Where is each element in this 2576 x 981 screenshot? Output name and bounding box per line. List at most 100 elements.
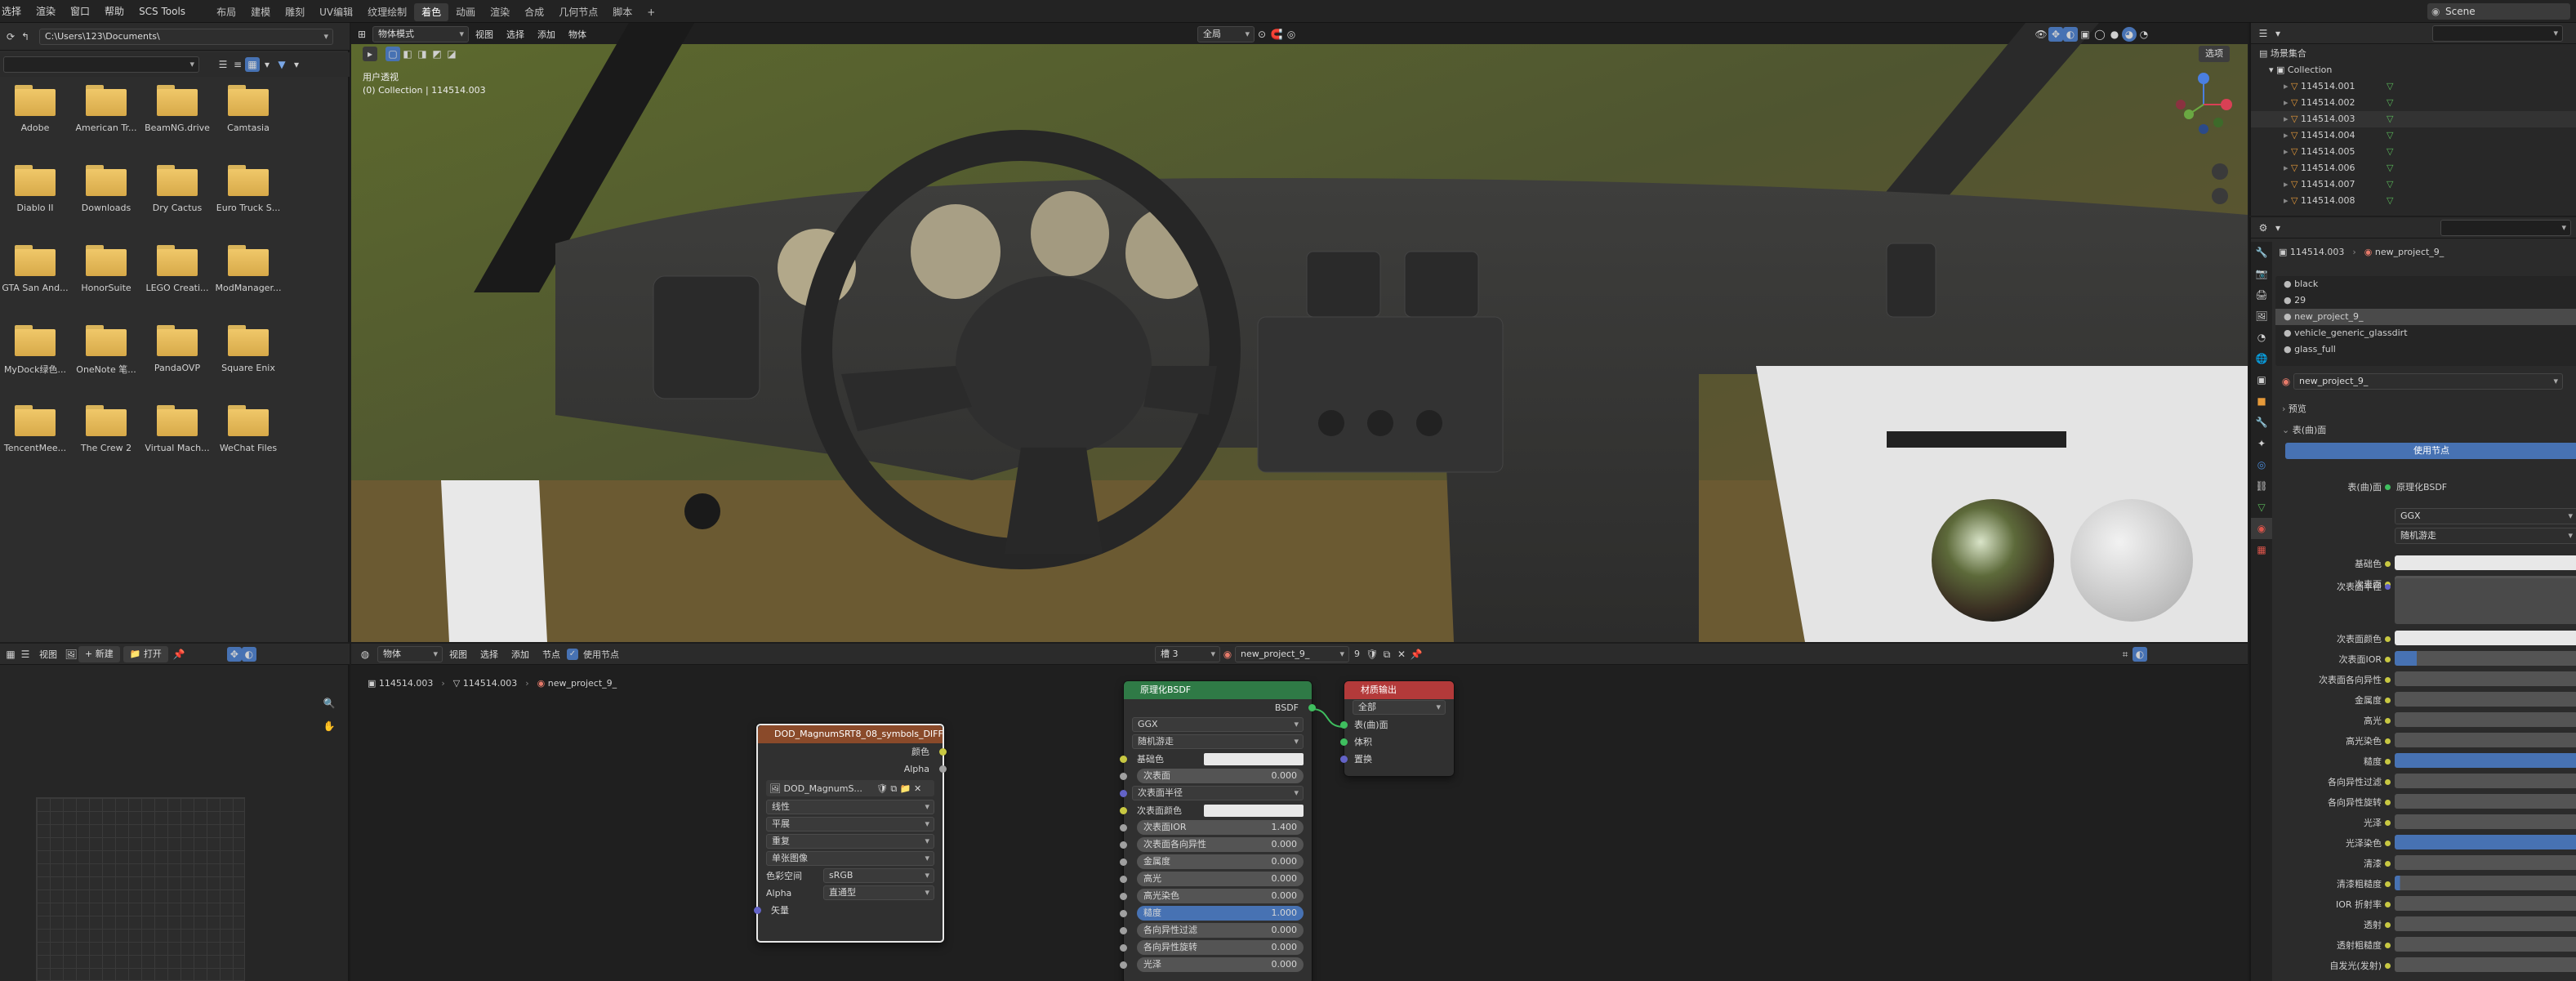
- property-color-swatch[interactable]: [2395, 555, 2576, 570]
- browse-material-icon[interactable]: ◉: [2279, 374, 2293, 389]
- alpha-output-socket[interactable]: [939, 765, 947, 773]
- material-output-node[interactable]: 材质输出 全部 表(曲)面 体积 置换: [1340, 681, 1454, 776]
- material-slot-item[interactable]: ● new_project_9_: [2275, 309, 2576, 325]
- principled-bsdf-node[interactable]: 原理化BSDF BSDF GGX 随机游走 基础色次表面0.000次表面半径次表…: [1120, 681, 1316, 981]
- outliner-object-row[interactable]: ▸ ▽ 114514.002 ▽: [2251, 95, 2576, 111]
- viewport-menu-select[interactable]: 选择: [500, 28, 531, 41]
- properties-search-field[interactable]: [2440, 219, 2571, 236]
- folder-item[interactable]: TencentMee...: [0, 405, 70, 453]
- preview-panel-header[interactable]: › 预览: [2282, 402, 2306, 415]
- image-fake-user-icon[interactable]: 🛡: [873, 780, 888, 797]
- property-slider[interactable]: [2395, 671, 2576, 686]
- folder-item[interactable]: PandaOVP: [142, 325, 212, 373]
- properties-dropdown-icon[interactable]: ▾: [2271, 221, 2285, 235]
- sort-dropdown-icon[interactable]: ▾: [260, 57, 274, 72]
- filter-icon[interactable]: ▼: [274, 57, 289, 72]
- property-socket-icon[interactable]: [2385, 657, 2391, 662]
- 3d-viewport[interactable]: ⊞ 物体模式 视图 选择 添加 物体 全局 ⊙ 🧲 ◎ 👁 ✥ ◐ ▣ ◯ ● …: [351, 23, 2248, 642]
- select-invert-icon[interactable]: ◩: [430, 47, 444, 61]
- expand-arrow-icon[interactable]: ▸: [2284, 146, 2291, 157]
- gizmo-icon[interactable]: ✥: [2048, 27, 2063, 42]
- parent-folder-icon[interactable]: ↰: [18, 29, 33, 44]
- alpha-mode-dropdown[interactable]: 直通型: [823, 885, 934, 900]
- mesh-data-icon[interactable]: ▽: [2387, 127, 2393, 144]
- property-socket-icon[interactable]: [2385, 943, 2391, 948]
- navigation-gizmo[interactable]: [2171, 70, 2236, 217]
- visibility-icon[interactable]: 👁: [2034, 27, 2048, 42]
- bsdf-input-slider[interactable]: 高光染色 0.000: [1137, 889, 1304, 903]
- bsdf-input-slider[interactable]: 次表面各向异性 0.000: [1137, 837, 1304, 852]
- gizmo-toggle-icon[interactable]: ✥: [226, 646, 242, 662]
- bsdf-color-swatch[interactable]: [1204, 805, 1304, 817]
- folder-item[interactable]: HonorSuite: [71, 245, 141, 293]
- bsdf-input-dropdown[interactable]: 次表面半径: [1132, 786, 1304, 800]
- property-socket-icon[interactable]: [2385, 561, 2391, 567]
- browse-image-icon[interactable]: 🖼: [64, 647, 78, 662]
- folder-item[interactable]: Camtasia: [213, 85, 283, 133]
- workspace-tab-scripting[interactable]: 脚本: [605, 3, 640, 21]
- property-slider[interactable]: [2395, 814, 2576, 829]
- outliner-object-row[interactable]: ▸ ▽ 114514.007 ▽: [2251, 176, 2576, 193]
- outliner-object-row[interactable]: ▸ ▽ 114514.004 ▽: [2251, 127, 2576, 144]
- vector-input-socket[interactable]: [754, 907, 761, 914]
- bsdf-output-socket[interactable]: [1308, 704, 1316, 711]
- bsdf-input-socket[interactable]: [1120, 790, 1127, 797]
- snap-icon[interactable]: 🧲: [1269, 27, 1284, 42]
- expand-arrow-icon[interactable]: ▸: [2284, 179, 2291, 190]
- menu-select[interactable]: 选择: [0, 0, 29, 23]
- volume-input-socket[interactable]: [1340, 738, 1348, 746]
- bsdf-color-swatch[interactable]: [1204, 753, 1304, 765]
- tool-tab-icon[interactable]: 🔧: [2251, 242, 2272, 263]
- bsdf-input-socket[interactable]: [1120, 756, 1127, 763]
- menu-scs-tools[interactable]: SCS Tools: [131, 0, 193, 23]
- property-slider[interactable]: [2395, 896, 2576, 911]
- property-socket-icon[interactable]: [2385, 861, 2391, 867]
- xray-icon[interactable]: ▣: [2078, 27, 2092, 42]
- outliner-object-row[interactable]: ▸ ▽ 114514.005 ▽: [2251, 144, 2576, 160]
- bsdf-input-socket[interactable]: [1120, 841, 1127, 849]
- mesh-data-icon[interactable]: ▽: [2387, 160, 2393, 176]
- bsdf-input-socket[interactable]: [1120, 807, 1127, 814]
- shading-wireframe-icon[interactable]: ◯: [2092, 27, 2107, 42]
- cursor-tool-icon[interactable]: ▸: [363, 47, 377, 61]
- bsdf-method-dropdown[interactable]: 随机游走: [1132, 734, 1304, 749]
- property-socket-icon[interactable]: [2385, 922, 2391, 928]
- property-slider[interactable]: [2395, 876, 2576, 890]
- property-slider[interactable]: [2395, 753, 2576, 768]
- property-socket-icon[interactable]: [2385, 698, 2391, 703]
- interaction-mode-dropdown[interactable]: 物体模式: [372, 26, 469, 42]
- property-socket-icon[interactable]: [2385, 841, 2391, 846]
- expand-arrow-icon[interactable]: ▸: [2284, 130, 2291, 140]
- folder-item[interactable]: OneNote 笔...: [71, 325, 141, 376]
- shading-material-icon[interactable]: ◕: [2122, 27, 2137, 42]
- refresh-icon[interactable]: ⟳: [3, 29, 18, 44]
- world-tab-icon[interactable]: 🌐: [2251, 348, 2272, 369]
- image-datablock-field[interactable]: 🖼 DOD_MagnumS... 🛡 ⧉ 📁 ✕: [766, 780, 934, 796]
- property-slider[interactable]: [2395, 835, 2576, 849]
- material-slot-item[interactable]: ● vehicle_generic_glassdirt: [2275, 325, 2576, 341]
- bsdf-input-slider[interactable]: 次表面 0.000: [1137, 769, 1304, 783]
- viewport-options-button[interactable]: 选项: [2199, 46, 2230, 62]
- distribution-dropdown[interactable]: GGX: [2395, 508, 2576, 524]
- displacement-input-socket[interactable]: [1340, 756, 1348, 763]
- bsdf-input-slider[interactable]: 次表面IOR 1.400: [1137, 820, 1304, 835]
- property-slider[interactable]: [2395, 692, 2576, 707]
- property-socket-icon[interactable]: [2385, 820, 2391, 826]
- property-slider[interactable]: [2395, 774, 2576, 788]
- viewport-menu-add[interactable]: 添加: [531, 28, 562, 41]
- bsdf-input-slider[interactable]: 各向异性旋转 0.000: [1137, 940, 1304, 955]
- shading-rendered-icon[interactable]: ◔: [2137, 27, 2151, 42]
- bsdf-input-socket[interactable]: [1120, 910, 1127, 917]
- select-extend-icon[interactable]: ◧: [400, 47, 415, 61]
- output-target-dropdown[interactable]: 全部: [1353, 700, 1446, 715]
- use-nodes-button[interactable]: 使用节点: [2285, 443, 2576, 459]
- output-node-header[interactable]: 材质输出: [1344, 681, 1454, 699]
- image-unlink-icon[interactable]: ✕: [911, 780, 921, 797]
- bsdf-input-socket[interactable]: [1120, 876, 1127, 883]
- pin-icon[interactable]: 📌: [172, 647, 186, 662]
- surface-shader-value[interactable]: 原理化BSDF: [2396, 480, 2447, 493]
- source-dropdown[interactable]: 单张图像: [766, 851, 934, 866]
- outliner-object-row[interactable]: ▸ ▽ 114514.006 ▽: [2251, 160, 2576, 176]
- zoom-icon[interactable]: 🔍: [322, 696, 336, 711]
- material-slot-item[interactable]: ● black: [2275, 276, 2576, 292]
